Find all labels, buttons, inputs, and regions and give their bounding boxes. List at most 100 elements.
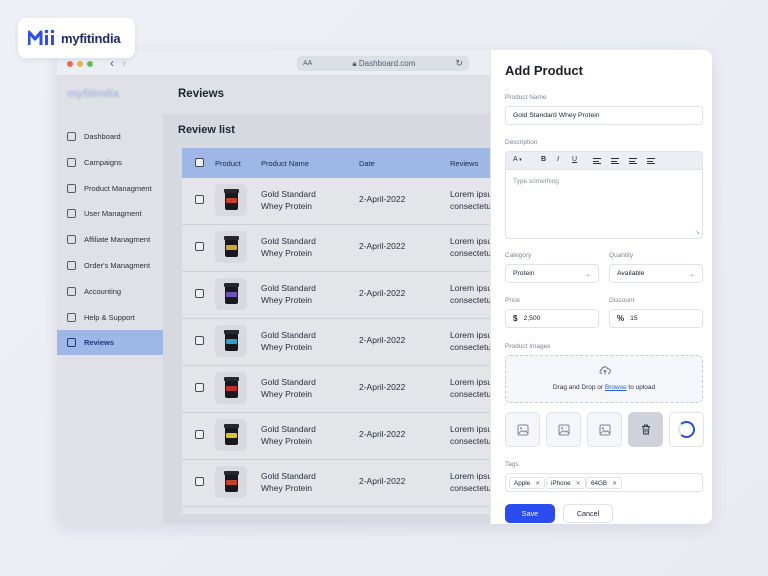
row-checkbox[interactable]	[195, 430, 204, 439]
align-justify-icon[interactable]	[647, 158, 655, 164]
reviews-icon	[67, 338, 76, 348]
review-cell: Lorem ipsumconsectetur	[450, 189, 490, 211]
column-header-name[interactable]: Product Name	[261, 159, 309, 168]
table-row[interactable]: Gold Standard Whey Protein 2-April-2022 Lor…	[182, 178, 490, 225]
sidebar-logo: myfitindia	[67, 88, 119, 100]
product-image	[215, 278, 247, 310]
quantity-select[interactable]: Available ⌄	[609, 264, 703, 283]
remove-tag-icon[interactable]: ✕	[612, 480, 617, 487]
discount-input[interactable]: % 15	[609, 309, 703, 328]
align-left-icon[interactable]	[593, 158, 601, 164]
row-checkbox[interactable]	[195, 477, 204, 486]
row-checkbox[interactable]	[195, 195, 204, 204]
price-label: Price	[505, 297, 520, 304]
tag-chip: 64GB ✕	[586, 477, 623, 489]
image-dropzone[interactable]: Drag and Drop or Browse to upload	[505, 355, 703, 403]
protein-tub-icon	[224, 283, 239, 304]
tags-input[interactable]: Apple ✕ iPhone ✕ 64GB ✕	[505, 473, 703, 492]
price-input[interactable]: $ 2,500	[505, 309, 599, 328]
image-thumbnail-2[interactable]	[546, 412, 581, 447]
row-checkbox[interactable]	[195, 336, 204, 345]
image-thumbnail-1[interactable]	[505, 412, 540, 447]
description-editor[interactable]: A ▾ B I U Type something ↘	[505, 151, 703, 239]
minimize-window-button[interactable]	[77, 61, 83, 67]
review-cell: Lorem ipsumconsectetur	[450, 377, 490, 399]
column-header-date[interactable]: Date	[359, 159, 375, 168]
sidebar-item-campaigns[interactable]: Campaigns	[57, 150, 163, 175]
product-name-cell: Gold Standard Whey Protein	[261, 424, 316, 446]
brand-name: myfitindia	[61, 30, 121, 46]
forward-arrow-icon[interactable]: ›	[122, 56, 126, 70]
address-bar[interactable]: AA 🔒︎ Dashboard.com ↻	[297, 56, 469, 71]
table-row[interactable]: Gold Standard Whey Protein 2-April-2022 Lor…	[182, 225, 490, 272]
chevron-down-icon: ⌄	[689, 270, 695, 278]
sidebar-item-reviews[interactable]: Reviews	[57, 330, 163, 356]
product-name-cell: Gold Standard Whey Protein	[261, 377, 316, 399]
row-checkbox[interactable]	[195, 383, 204, 392]
sidebar-item-accounting[interactable]: Accounting	[57, 279, 163, 304]
sidebar-item-affiliate-managment[interactable]: Affiliate Managment	[57, 227, 163, 252]
remove-tag-icon[interactable]: ✕	[576, 480, 581, 487]
sidebar-item-dashboard[interactable]: Dashboard	[57, 124, 163, 149]
column-header-product[interactable]: Product	[215, 159, 241, 168]
text-size-button[interactable]: AA	[303, 60, 312, 67]
date-cell: 2-April-2022	[359, 241, 406, 251]
row-checkbox[interactable]	[195, 242, 204, 251]
price-value: 2,500	[523, 315, 541, 322]
order-icon	[67, 261, 76, 270]
product-name-cell: Gold Standard Whey Protein	[261, 330, 316, 352]
tags-label: Tags	[505, 461, 519, 468]
reload-icon[interactable]: ↻	[455, 58, 463, 69]
protein-tub-icon	[224, 236, 239, 257]
save-button[interactable]: Save	[505, 504, 555, 523]
sidebar-item-label: User Managment	[84, 209, 142, 219]
back-arrow-icon[interactable]: ‹	[110, 56, 114, 70]
underline-button[interactable]: U	[572, 156, 577, 163]
delete-image-button[interactable]	[628, 412, 663, 447]
protein-tub-icon	[224, 424, 239, 445]
align-center-icon[interactable]	[611, 158, 619, 164]
product-image	[215, 231, 247, 263]
description-label: Description	[505, 139, 538, 146]
product-name-input[interactable]: Gold Standard Whey Protein	[505, 106, 703, 125]
table-row[interactable]: Gold Standard Whey Protein 2-April-2022 Lor…	[182, 460, 490, 507]
sidebar-item-order-s-managment[interactable]: Order's Managment	[57, 253, 163, 278]
review-list-title: Review list	[178, 124, 235, 136]
date-cell: 2-April-2022	[359, 335, 406, 345]
protein-tub-icon	[224, 377, 239, 398]
date-cell: 2-April-2022	[359, 194, 406, 204]
product-image	[215, 419, 247, 451]
sidebar-item-label: Reviews	[84, 338, 115, 348]
bold-button[interactable]: B	[541, 156, 546, 163]
table-row[interactable]: Gold Standard Whey Protein 2-April-2022 Lor…	[182, 366, 490, 413]
sidebar-item-user-managment[interactable]: User Managment	[57, 201, 163, 226]
date-cell: 2-April-2022	[359, 429, 406, 439]
close-window-button[interactable]	[67, 61, 73, 67]
sidebar-item-product-managment[interactable]: Product Managment	[57, 176, 163, 201]
italic-button[interactable]: I	[557, 156, 559, 163]
image-thumbnail-3[interactable]	[587, 412, 622, 447]
remove-tag-icon[interactable]: ✕	[535, 480, 540, 487]
category-select[interactable]: Protein ⌄	[505, 264, 599, 283]
sidebar-item-help-support[interactable]: Help & Support	[57, 305, 163, 330]
tag-chip: iPhone ✕	[546, 477, 586, 489]
column-header-reviews[interactable]: Reviews	[450, 159, 478, 168]
review-table: Product Product Name Date Reviews Gold S…	[182, 148, 490, 514]
maximize-window-button[interactable]	[87, 61, 93, 67]
table-row[interactable]: Gold Standard Whey Protein 2-April-2022 Lor…	[182, 413, 490, 460]
lock-icon: 🔒︎	[352, 58, 357, 68]
cancel-button[interactable]: Cancel	[563, 504, 613, 523]
dropzone-suffix: to upload	[628, 384, 656, 391]
table-row[interactable]: Gold Standard Whey Protein 2-April-2022 Lor…	[182, 319, 490, 366]
resize-handle-icon[interactable]: ↘	[695, 229, 700, 236]
font-dropdown[interactable]: A ▾	[513, 156, 522, 163]
review-cell: Lorem ipsumconsectetur	[450, 236, 490, 258]
sidebar-item-label: Order's Managment	[84, 261, 151, 270]
table-row[interactable]: Gold Standard Whey Protein 2-April-2022 Lor…	[182, 272, 490, 319]
row-checkbox[interactable]	[195, 289, 204, 298]
align-right-icon[interactable]	[629, 158, 637, 164]
browse-link[interactable]: Browse	[605, 384, 627, 391]
select-all-checkbox[interactable]	[195, 158, 204, 167]
help-icon	[67, 312, 76, 322]
sidebar-item-label: Help & Support	[84, 312, 135, 322]
